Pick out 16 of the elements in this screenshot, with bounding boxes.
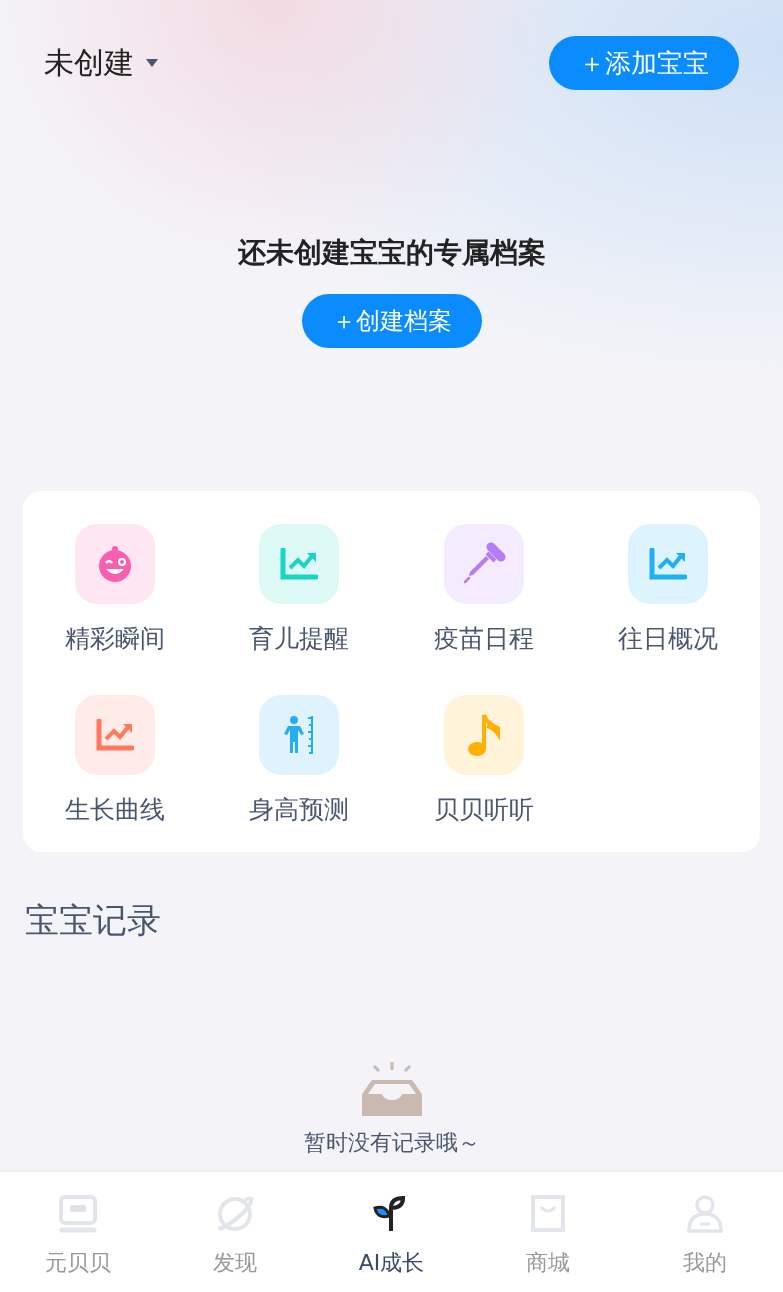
caret-icon	[146, 58, 158, 68]
feature-item[interactable]: 往日概况	[575, 524, 760, 673]
tab-item[interactable]: AI成长	[313, 1172, 470, 1292]
feature-item[interactable]: 疫苗日程	[391, 524, 576, 673]
empty-tray-icon	[359, 1062, 424, 1116]
feature-item[interactable]: 精彩瞬间	[23, 524, 208, 673]
feature-item[interactable]: 身高预测	[207, 695, 392, 844]
empty-profile-message: 还未创建宝宝的专属档案	[237, 235, 546, 271]
user-icon	[684, 1194, 725, 1234]
empty-message: 暂时没有记录哦～	[303, 1129, 480, 1157]
baby-selector[interactable]: 未创建	[44, 42, 158, 84]
feature-item[interactable]: 贝贝听听	[391, 695, 576, 844]
robot-screen-icon	[58, 1194, 99, 1234]
feature-item[interactable]: 生长曲线	[23, 695, 208, 844]
section-title: 宝宝记录	[24, 899, 162, 942]
feature-item[interactable]: 育儿提醒	[207, 524, 392, 673]
